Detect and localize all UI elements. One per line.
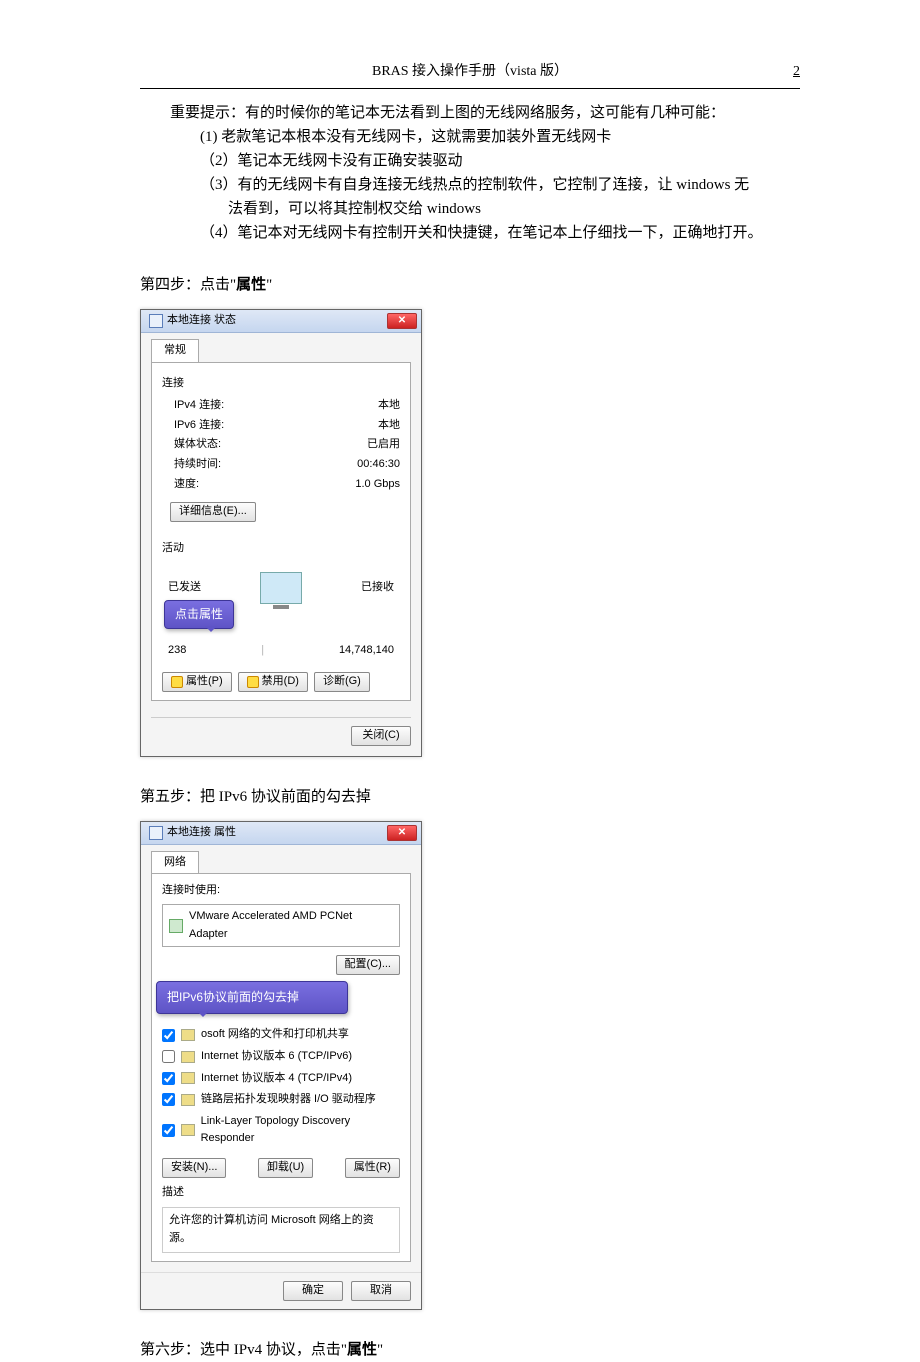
duration-label: 持续时间: — [174, 456, 221, 474]
properties-button[interactable]: 属性(P) — [162, 672, 232, 692]
tip-lead: 重要提示：有的时候你的笔记本无法看到上图的无线网络服务，这可能有几种可能： — [140, 101, 800, 125]
step4-pre: 第四步：点击 — [140, 277, 230, 293]
media-value: 已启用 — [367, 436, 400, 454]
speed-label: 速度: — [174, 476, 199, 494]
description-text: 允许您的计算机访问 Microsoft 网络上的资源。 — [162, 1207, 400, 1252]
checkbox-ipv4[interactable] — [162, 1072, 175, 1085]
protocol-icon — [181, 1029, 195, 1041]
protocol-icon — [181, 1094, 195, 1106]
shield-icon — [247, 676, 259, 688]
list-item: Internet 协议版本 4 (TCP/IPv4) — [162, 1068, 400, 1090]
tip-item-4: （4）笔记本对无线网卡有控制开关和快捷键，在笔记本上仔细找一下，正确地打开。 — [140, 221, 800, 245]
close-button[interactable]: 关闭(C) — [351, 726, 411, 746]
speed-value: 1.0 Gbps — [355, 476, 400, 494]
connect-using-label: 连接时使用: — [162, 882, 400, 900]
tip-item-3b: 法看到，可以将其控制权交给 windows — [140, 197, 800, 221]
configure-button[interactable]: 配置(C)... — [336, 955, 400, 975]
checkbox-ipv6[interactable] — [162, 1050, 175, 1063]
adapter-name: VMware Accelerated AMD PCNet Adapter — [189, 908, 393, 943]
list-item: Internet 协议版本 6 (TCP/IPv6) — [162, 1046, 400, 1068]
shield-icon — [171, 676, 183, 688]
group-connection: 连接 — [162, 375, 400, 393]
ipv4-value: 本地 — [378, 397, 400, 415]
page-header: BRAS 接入操作手册（vista 版） 2 — [140, 60, 800, 89]
close-icon[interactable]: ✕ — [387, 825, 417, 841]
title-bar[interactable]: 本地连接 属性 ✕ — [141, 822, 421, 845]
group-activity: 活动 — [162, 540, 400, 558]
step-5-heading: 第五步：把 IPv6 协议前面的勾去掉 — [140, 785, 800, 809]
details-button[interactable]: 详细信息(E)... — [170, 502, 256, 522]
doc-title: BRAS 接入操作手册（vista 版） — [170, 60, 770, 80]
protocol-icon — [181, 1072, 195, 1084]
connection-properties-dialog: 本地连接 属性 ✕ 网络 连接时使用: VMware Accelerated A… — [140, 821, 422, 1310]
adapter-field[interactable]: VMware Accelerated AMD PCNet Adapter — [162, 904, 400, 947]
properties-button[interactable]: 属性(R) — [345, 1158, 400, 1178]
tip-item-3a: （3）有的无线网卡有自身连接无线热点的控制软件，它控制了连接，让 windows… — [140, 173, 800, 197]
item-ipv6[interactable]: Internet 协议版本 6 (TCP/IPv6) — [201, 1048, 352, 1066]
page-number: 2 — [770, 64, 800, 80]
recv-label: 已接收 — [361, 579, 394, 597]
window-icon — [149, 314, 163, 328]
item-ipv4[interactable]: Internet 协议版本 4 (TCP/IPv4) — [201, 1070, 352, 1088]
protocol-icon — [181, 1124, 195, 1136]
list-item: Link-Layer Topology Discovery Responder — [162, 1111, 400, 1150]
list-item: 链路层拓扑发现映射器 I/O 驱动程序 — [162, 1089, 400, 1111]
duration-value: 00:46:30 — [357, 456, 400, 474]
disable-button[interactable]: 禁用(D) — [238, 672, 308, 692]
ipv4-label: IPv4 连接: — [174, 397, 224, 415]
step4-bold: 属性 — [236, 277, 266, 293]
tab-general[interactable]: 常规 — [151, 339, 199, 362]
step-6-heading: 第六步：选中 IPv4 协议，点击"属性" — [140, 1338, 800, 1362]
item-file-printer-sharing[interactable]: osoft 网络的文件和打印机共享 — [201, 1026, 349, 1044]
install-button[interactable]: 安装(N)... — [162, 1158, 226, 1178]
tip-item-2: （2）笔记本无线网卡没有正确安装驱动 — [140, 149, 800, 173]
callout-uncheck-ipv6: 把IPv6协议前面的勾去掉 — [156, 981, 348, 1014]
uninstall-button[interactable]: 卸载(U) — [258, 1158, 313, 1178]
ipv6-value: 本地 — [378, 417, 400, 435]
checkbox[interactable] — [162, 1093, 175, 1106]
tip-item-1: (1) 老款笔记本根本没有无线网卡，这就需要加装外置无线网卡 — [140, 125, 800, 149]
tab-network[interactable]: 网络 — [151, 851, 199, 874]
connection-status-dialog: 本地连接 状态 ✕ 常规 连接 IPv4 连接: 本地 IPv6 连接: 本地 媒体… — [140, 309, 422, 757]
dialog-title: 本地连接 属性 — [167, 824, 236, 842]
description-label: 描述 — [162, 1184, 400, 1202]
step6-bold: 属性 — [347, 1342, 377, 1358]
step6-pre: 第六步：选中 IPv4 协议，点击 — [140, 1342, 341, 1358]
step-4-heading: 第四步：点击"属性" — [140, 273, 800, 297]
diagnose-button[interactable]: 诊断(G) — [314, 672, 370, 692]
checkbox[interactable] — [162, 1124, 175, 1137]
cancel-button[interactable]: 取消 — [351, 1281, 411, 1301]
title-bar[interactable]: 本地连接 状态 ✕ — [141, 310, 421, 333]
dialog-title: 本地连接 状态 — [167, 312, 236, 330]
bytes-sent: 238 — [168, 642, 186, 660]
protocol-icon — [181, 1051, 195, 1063]
checkbox[interactable] — [162, 1029, 175, 1042]
list-item: osoft 网络的文件和打印机共享 — [162, 1024, 400, 1046]
sent-label: 已发送 — [168, 579, 201, 597]
media-label: 媒体状态: — [174, 436, 221, 454]
item-lltd-responder[interactable]: Link-Layer Topology Discovery Responder — [201, 1113, 400, 1148]
ok-button[interactable]: 确定 — [283, 1281, 343, 1301]
window-icon — [149, 826, 163, 840]
computer-icon — [260, 572, 302, 604]
bytes-recv: 14,748,140 — [339, 642, 394, 660]
nic-icon — [169, 919, 183, 933]
ipv6-label: IPv6 连接: — [174, 417, 224, 435]
close-icon[interactable]: ✕ — [387, 313, 417, 329]
item-lltd-io[interactable]: 链路层拓扑发现映射器 I/O 驱动程序 — [201, 1091, 376, 1109]
callout-click-properties: 点击属性 — [164, 600, 234, 629]
